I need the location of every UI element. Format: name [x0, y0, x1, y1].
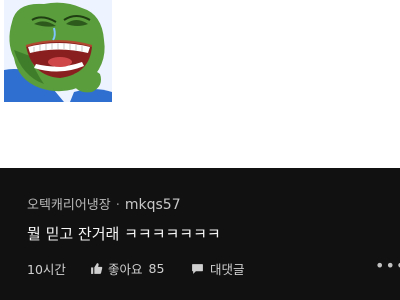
more-dots-icon[interactable]: ••• — [375, 256, 400, 275]
reply-label: 대댓글 — [210, 262, 245, 277]
comment-timestamp: 10시간 — [27, 262, 66, 277]
like-label: 좋아요 — [108, 262, 143, 277]
comment-card: 오텍캐리어냉장 · mkqs57 뭘 믿고 잔거래 ㅋㅋㅋㅋㅋㅋㅋ 10시간 좋아요… — [0, 168, 400, 300]
like-count: 85 — [148, 261, 165, 276]
screenshot-frame: 오텍캐리어냉장 · mkqs57 뭘 믿고 잔거래 ㅋㅋㅋㅋㅋㅋㅋ 10시간 좋아요… — [0, 0, 400, 300]
pepe-frog-icon — [4, 0, 112, 102]
comment-header: 오텍캐리어냉장 · mkqs57 — [27, 194, 181, 213]
comment-action-bar: 10시간 좋아요 85 대댓글 ••• — [27, 256, 400, 278]
like-button[interactable]: 좋아요 85 — [90, 259, 164, 278]
comment-text: 뭘 믿고 잔거래 ㅋㅋㅋㅋㅋㅋㅋ — [27, 225, 221, 243]
author-channel-name[interactable]: 오텍캐리어냉장 — [27, 198, 111, 213]
speech-bubble-icon — [192, 264, 203, 274]
reply-button[interactable]: 대댓글 — [191, 259, 245, 278]
author-handle[interactable]: mkqs57 — [125, 197, 181, 213]
header-separator: · — [115, 198, 120, 213]
meme-image — [4, 0, 112, 102]
thumbs-up-icon — [91, 263, 103, 274]
